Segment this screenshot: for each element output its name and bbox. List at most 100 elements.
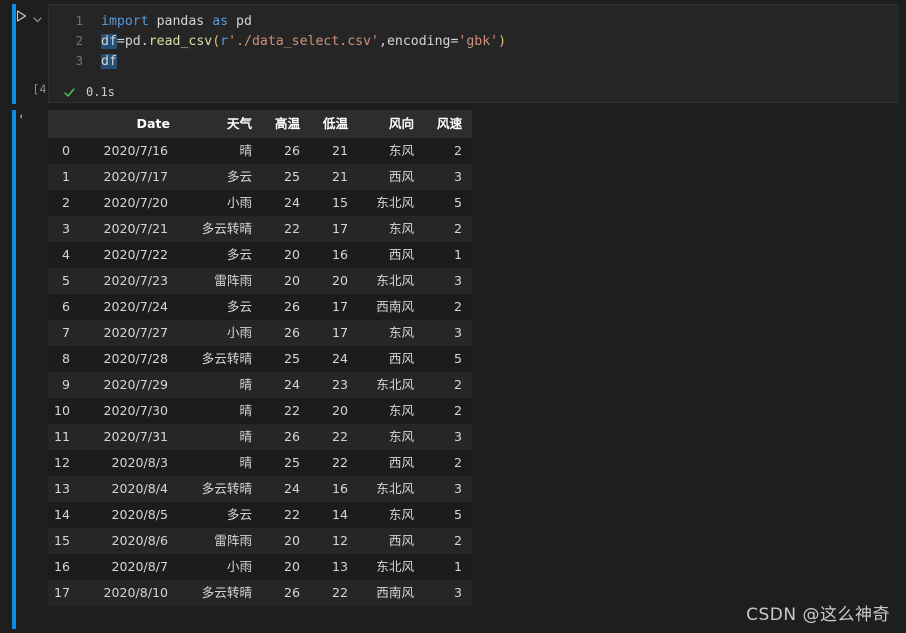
line-number: 3 — [75, 53, 83, 68]
code-editor[interactable]: 1 import pandas as pd 2 df=pd.read_csv(r'./… — [48, 4, 898, 103]
dataframe-cell: 东风 — [388, 325, 415, 340]
dataframe-cell: 2020/7/29 — [103, 377, 169, 392]
dataframe-cell: 1 — [454, 247, 463, 262]
dataframe-cell: 2020/7/16 — [103, 143, 169, 158]
dataframe-cell: 2 — [454, 299, 463, 314]
dataframe-cell: 东北风 — [376, 377, 415, 392]
code-line[interactable]: 2 df=pd.read_csv(r'./data_select.csv',enc… — [49, 31, 897, 51]
dataframe-cell: 26 — [284, 325, 301, 340]
cell-run-controls[interactable] — [14, 8, 43, 22]
dataframe-cell: 26 — [284, 585, 301, 600]
dataframe-cell: 多云转晴 — [201, 585, 253, 600]
dataframe-cell: 2020/7/20 — [103, 195, 169, 210]
run-triangle-icon[interactable] — [14, 8, 28, 22]
dataframe-cell: 20 — [332, 273, 349, 288]
dataframe-cell: 3 — [454, 585, 463, 600]
dataframe-cell: 13 — [332, 559, 349, 574]
dataframe-cell: 2 — [454, 533, 463, 548]
dataframe-row-index: 13 — [54, 481, 71, 496]
dataframe-cell: 17 — [332, 325, 349, 340]
code-token: . — [140, 34, 149, 49]
dataframe-cell: 多云转晴 — [201, 221, 253, 236]
dataframe-cell: 5 — [454, 507, 463, 522]
dataframe-cell: 2020/8/7 — [111, 559, 169, 574]
dataframe-cell: 20 — [284, 559, 301, 574]
dataframe-cell: 20 — [332, 403, 349, 418]
line-number: 1 — [75, 13, 83, 28]
code-token: pd — [236, 14, 252, 29]
dataframe-cell: 3 — [454, 169, 463, 184]
dataframe-cell: 3 — [454, 273, 463, 288]
code-token: df — [101, 54, 117, 69]
dataframe-cell: 2020/7/30 — [103, 403, 169, 418]
dataframe-cell: 多云转晴 — [201, 351, 253, 366]
dataframe-cell: 晴 — [239, 143, 253, 158]
dataframe-cell: 25 — [284, 455, 301, 470]
dataframe-cell: 22 — [332, 585, 349, 600]
dataframe-cell: 20 — [284, 273, 301, 288]
dataframe-cell: 22 — [284, 507, 301, 522]
dataframe-cell: 2020/8/4 — [111, 481, 169, 496]
dataframe-cell: 西风 — [388, 455, 415, 470]
dataframe-cell: 晴 — [239, 429, 253, 444]
dataframe-row-index: 17 — [54, 585, 71, 600]
table-row: 17 2020/8/10 多云转晴 26 22 西南风 3 — [48, 580, 473, 606]
dataframe-cell: 25 — [284, 351, 301, 366]
dataframe-cell: 多云 — [226, 247, 253, 262]
dataframe-cell: 14 — [332, 507, 349, 522]
notebook-canvas: [4] ••• 1import pandas as pd2df=pd.read_… — [0, 0, 906, 633]
code-token: ( — [212, 34, 221, 49]
dataframe-cell: 2020/8/5 — [111, 507, 169, 522]
code-token: pandas — [156, 14, 205, 29]
code-line[interactable]: 3 df — [49, 51, 897, 71]
dataframe-cell: 26 — [284, 143, 301, 158]
code-token: r — [220, 34, 229, 49]
code-line[interactable]: 1 import pandas as pd — [49, 11, 897, 31]
table-row: 14 2020/8/5 多云 22 14 东风 5 — [48, 502, 473, 528]
dataframe-cell: 21 — [332, 143, 349, 158]
code-token: import — [101, 14, 149, 29]
line-number: 2 — [75, 33, 83, 48]
dataframe-cell: 雷阵雨 — [214, 273, 253, 288]
dataframe-cell: 1 — [454, 559, 463, 574]
dataframe-row-index: 0 — [62, 143, 71, 158]
table-row: 9 2020/7/29 晴 24 23 东北风 2 — [48, 372, 473, 398]
dataframe-cell: 2020/8/10 — [103, 585, 169, 600]
dataframe-cell: 12 — [332, 533, 349, 548]
dataframe-row-index: 3 — [62, 221, 71, 236]
dataframe-cell: 西风 — [388, 169, 415, 184]
dataframe-cell: 东北风 — [376, 559, 415, 574]
table-row: 2 2020/7/20 小雨 24 15 东北风 5 — [48, 190, 473, 216]
dataframe-cell: 22 — [332, 429, 349, 444]
dataframe-row-index: 11 — [54, 429, 71, 444]
code-token: pd — [124, 34, 141, 49]
dataframe-column-header: 高温 — [262, 110, 311, 138]
table-row: 1 2020/7/17 多云 25 21 西风 3 — [48, 164, 473, 190]
dataframe-cell: 东北风 — [376, 481, 415, 496]
dataframe-row-index: 15 — [54, 533, 71, 548]
dataframe-cell: 2020/7/23 — [103, 273, 169, 288]
dataframe-row-index: 1 — [62, 169, 71, 184]
dataframe-cell: 2 — [454, 143, 463, 158]
chevron-down-icon[interactable] — [32, 10, 43, 22]
dataframe-cell: 17 — [332, 299, 349, 314]
dataframe-cell: 小雨 — [226, 559, 253, 574]
dataframe-cell: 晴 — [239, 403, 253, 418]
dataframe-column-header: 风速 — [424, 110, 473, 138]
dataframe-cell: 17 — [332, 221, 349, 236]
code-lines[interactable]: 1 import pandas as pd 2 df=pd.read_csv(r'./… — [49, 11, 897, 71]
dataframe-cell: 小雨 — [226, 325, 253, 340]
table-row: 3 2020/7/21 多云转晴 22 17 东风 2 — [48, 216, 473, 242]
success-check-icon — [63, 86, 76, 99]
dataframe-cell: 东风 — [388, 429, 415, 444]
table-row: 7 2020/7/27 小雨 26 17 东风 3 — [48, 320, 473, 346]
dataframe-header: Date 天气 高温 低温 风向 风速 — [48, 110, 473, 138]
dataframe-cell: 16 — [332, 247, 349, 262]
table-row: 16 2020/8/7 小雨 20 13 东北风 1 — [48, 554, 473, 580]
code-token: ) — [498, 34, 507, 49]
dataframe-row-index: 4 — [62, 247, 71, 262]
dataframe-cell: 东风 — [388, 143, 415, 158]
table-row: 13 2020/8/4 多云转晴 24 16 东北风 3 — [48, 476, 473, 502]
dataframe-cell: 23 — [332, 377, 349, 392]
